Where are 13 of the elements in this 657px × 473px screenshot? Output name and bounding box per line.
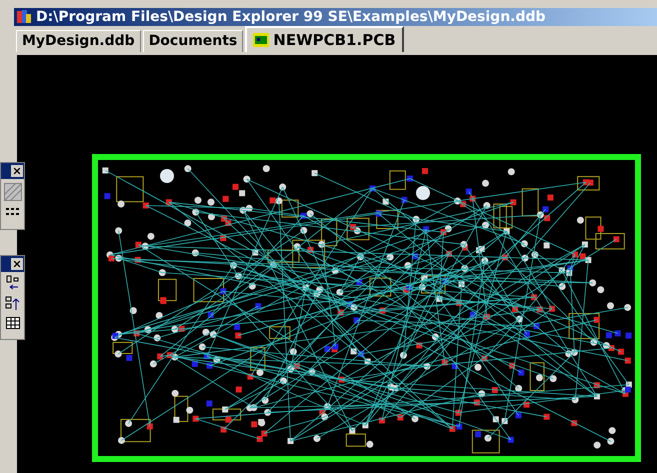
document-tab[interactable]: Documents xyxy=(142,30,244,52)
align-up-icon[interactable] xyxy=(4,295,20,311)
pad-array-icon[interactable] xyxy=(4,207,20,217)
grid-table-icon[interactable] xyxy=(6,317,20,329)
align-left-icon[interactable] xyxy=(4,275,20,291)
pcb-document-icon xyxy=(253,33,270,47)
document-tab[interactable]: MyDesign.ddb xyxy=(16,30,141,52)
hatched-fill-icon[interactable] xyxy=(4,183,22,201)
close-button[interactable] xyxy=(11,258,23,270)
app-logo-icon xyxy=(16,9,32,25)
close-button[interactable] xyxy=(11,165,23,177)
document-tab[interactable]: NEWPCB1.PCB xyxy=(245,26,404,52)
window-title: D:\Program Files\Design Explorer 99 SE\Examples\MyDesign.ddb xyxy=(36,8,546,26)
